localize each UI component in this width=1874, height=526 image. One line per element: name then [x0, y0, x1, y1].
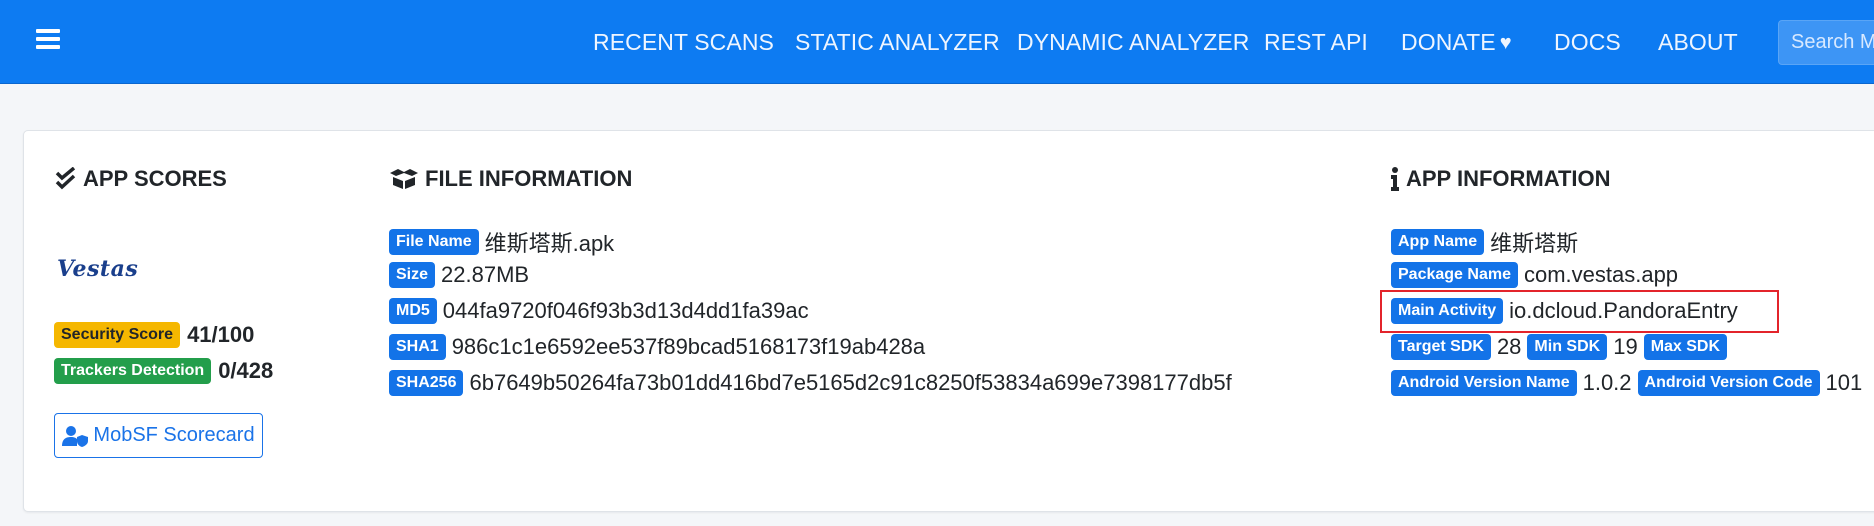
- min-sdk-label: Min SDK: [1527, 334, 1608, 360]
- nav-recent-scans[interactable]: RECENT SCANS: [593, 29, 774, 56]
- app-name-label: App Name: [1391, 229, 1485, 255]
- app-name-row: App Name 维斯塔斯: [1391, 226, 1584, 258]
- file-name-label: File Name: [389, 229, 479, 255]
- target-sdk-value: 28: [1496, 334, 1522, 359]
- sha1-value: 986c1c1e6592ee537f89bcad5168173f19ab428a: [451, 334, 926, 359]
- mobsf-scorecard-button[interactable]: MobSF Scorecard: [54, 413, 263, 458]
- min-sdk-value: 19: [1613, 334, 1638, 359]
- md5-label: MD5: [389, 298, 437, 324]
- package-name-row: Package Name com.vestas.app: [1391, 262, 1684, 288]
- nav-donate-label: DONATE: [1401, 29, 1496, 55]
- size-value: 22.87MB: [441, 262, 530, 287]
- sha256-label: SHA256: [389, 370, 464, 396]
- security-score-row: Security Score 41/100: [54, 322, 254, 348]
- size-label: Size: [389, 262, 436, 288]
- app-logo: Vestas: [57, 256, 139, 282]
- app-information-title: APP INFORMATION: [1406, 166, 1611, 191]
- file-information-title: FILE INFORMATION: [425, 166, 633, 191]
- sha1-label: SHA1: [389, 334, 446, 360]
- box-open-icon: [390, 169, 418, 189]
- search-input[interactable]: Search MD5: [1778, 20, 1874, 65]
- mobsf-scorecard-label: MobSF Scorecard: [93, 424, 255, 446]
- nav-dynamic-analyzer[interactable]: DYNAMIC ANALYZER: [1017, 29, 1250, 56]
- trackers-detection-badge: Trackers Detection: [54, 358, 212, 384]
- md5-value: 044fa9720f046f93b3d13d4dd1fa39ac: [442, 298, 809, 323]
- max-sdk-label: Max SDK: [1643, 334, 1728, 360]
- double-check-icon: [55, 167, 76, 190]
- nav-donate[interactable]: DONATE ♥: [1401, 29, 1512, 56]
- sha256-value: 6b7649b50264fa73b01dd416bd7e5165d2c91c82…: [469, 370, 1232, 395]
- android-version-code-label: Android Version Code: [1637, 370, 1820, 396]
- top-navbar: RECENT SCANS STATIC ANALYZER DYNAMIC ANA…: [0, 0, 1874, 84]
- user-shield-icon: [62, 425, 89, 447]
- hamburger-menu-icon[interactable]: [36, 29, 60, 49]
- size-row: Size 22.87MB: [389, 262, 535, 288]
- trackers-detection-value: 0/428: [218, 358, 274, 383]
- file-name-row: File Name 维斯塔斯.apk: [389, 226, 620, 258]
- nav-docs[interactable]: DOCS: [1554, 29, 1621, 56]
- sdk-row: Target SDK 28 Min SDK 19 Max SDK: [1391, 334, 1733, 360]
- app-scores-heading: APP SCORES: [55, 166, 227, 192]
- main-activity-highlight-box: [1380, 290, 1779, 333]
- trackers-detection-row: Trackers Detection 0/428: [54, 358, 273, 384]
- package-name-label: Package Name: [1391, 262, 1518, 288]
- android-version-name-value: 1.0.2: [1582, 370, 1632, 395]
- android-version-name-label: Android Version Name: [1391, 370, 1577, 396]
- security-score-badge: Security Score: [54, 322, 181, 348]
- nav-static-analyzer[interactable]: STATIC ANALYZER: [795, 29, 1000, 56]
- file-name-value: 维斯塔斯.apk: [484, 231, 615, 256]
- heart-icon: ♥: [1499, 32, 1512, 54]
- app-information-heading: APP INFORMATION: [1390, 166, 1611, 192]
- security-score-value: 41/100: [187, 322, 255, 347]
- sha256-row: SHA256 6b7649b50264fa73b01dd416bd7e5165d…: [389, 370, 1238, 396]
- android-version-row: Android Version Name 1.0.2 Android Versi…: [1391, 370, 1868, 396]
- md5-row: MD5 044fa9720f046f93b3d13d4dd1fa39ac: [389, 298, 815, 324]
- app-scores-title: APP SCORES: [83, 166, 227, 191]
- info-icon: [1391, 167, 1399, 191]
- package-name-value: com.vestas.app: [1523, 262, 1679, 287]
- android-version-code-value: 101: [1825, 370, 1863, 395]
- target-sdk-label: Target SDK: [1391, 334, 1491, 360]
- nav-rest-api[interactable]: REST API: [1264, 29, 1368, 56]
- sha1-row: SHA1 986c1c1e6592ee537f89bcad5168173f19a…: [389, 334, 931, 360]
- app-name-value: 维斯塔斯: [1490, 231, 1579, 256]
- nav-about[interactable]: ABOUT: [1658, 29, 1738, 56]
- file-information-heading: FILE INFORMATION: [389, 166, 632, 192]
